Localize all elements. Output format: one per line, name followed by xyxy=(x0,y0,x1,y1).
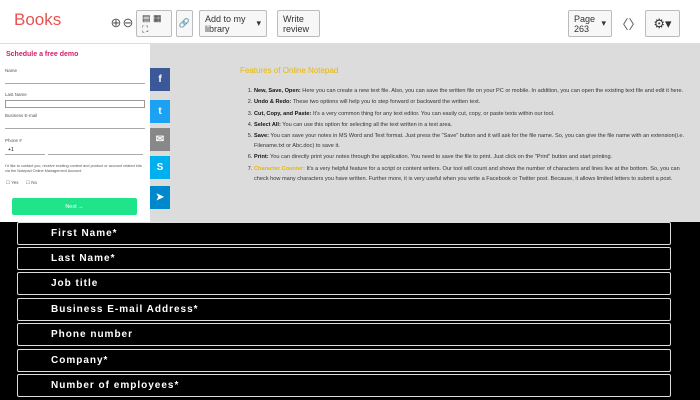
doc-heading: Features of Online Notepad xyxy=(240,66,339,75)
telegram-share-icon[interactable]: ➤ xyxy=(150,186,170,209)
top-toolbar: Books ⊕ ⊖ ▤ ▦ ⛶ 🔗 Add to my library ▾ Wr… xyxy=(0,0,700,44)
country-code-select[interactable]: +1 xyxy=(5,147,45,155)
next-page-button[interactable]: 〉 xyxy=(625,13,645,33)
feature-item: Print: You can directly print your notes… xyxy=(254,152,693,162)
email-share-icon[interactable]: ✉ xyxy=(150,128,170,151)
email-field[interactable] xyxy=(5,121,145,129)
next-button[interactable]: Next → xyxy=(12,198,137,215)
last-name-field[interactable]: Last Name* xyxy=(17,247,671,270)
employees-field[interactable]: Number of employees* xyxy=(17,374,671,397)
consent-text: I'd like to contact you, receive excitin… xyxy=(5,164,142,173)
phone-number-field[interactable]: Phone number xyxy=(17,323,671,346)
feature-item: Save: You can save your notes in MS Word… xyxy=(254,131,693,151)
document-content: Features of Online Notepad New, Save, Op… xyxy=(238,66,693,185)
yes-radio[interactable]: ☐ Yes xyxy=(6,180,19,186)
phone-label: Phone # xyxy=(5,138,22,143)
feature-item: Character Counter: It's a very helpful f… xyxy=(254,164,693,184)
no-radio[interactable]: ☐ No xyxy=(26,180,37,186)
first-name-field[interactable] xyxy=(5,76,145,84)
feature-item: Undo & Redo: These two options will help… xyxy=(254,97,693,107)
feature-item: Select All: You can use this option for … xyxy=(254,120,693,130)
last-name-label: Last Name xyxy=(5,92,27,97)
view-mode-buttons[interactable]: ▤ ▦ ⛶ xyxy=(136,10,172,37)
dark-form: First Name* Last Name* Job title Busines… xyxy=(0,222,700,400)
gear-icon[interactable]: ⚙▾ xyxy=(645,10,680,37)
email-label: Business E-mail xyxy=(5,113,38,118)
brand-logo[interactable]: Books xyxy=(14,10,61,30)
zoom-out-icon[interactable]: ⊖ xyxy=(118,13,138,33)
write-review-button[interactable]: Write review xyxy=(277,10,320,37)
demo-form-panel: Schedule a free demo Name Last Name Busi… xyxy=(0,44,150,222)
company-field[interactable]: Company* xyxy=(17,349,671,372)
feature-item: New, Save, Open: Here you can create a n… xyxy=(254,86,693,96)
phone-field[interactable] xyxy=(48,147,143,155)
last-name-field[interactable] xyxy=(5,100,145,108)
add-to-library-button[interactable]: Add to my library ▾ xyxy=(199,10,267,37)
feature-item: Cut, Copy, and Paste: It's a very common… xyxy=(254,109,693,119)
page-selector[interactable]: Page 263 ▾ xyxy=(568,10,612,37)
facebook-share-icon[interactable]: f xyxy=(150,68,170,91)
skype-share-icon[interactable]: S xyxy=(150,156,170,179)
form-title: Schedule a free demo xyxy=(6,51,79,58)
job-title-field[interactable]: Job title xyxy=(17,272,671,295)
first-name-field[interactable]: First Name* xyxy=(17,222,671,245)
twitter-share-icon[interactable]: t xyxy=(150,100,170,123)
business-email-field[interactable]: Business E-mail Address* xyxy=(17,298,671,321)
link-icon[interactable]: 🔗 xyxy=(176,10,193,37)
first-name-label: Name xyxy=(5,68,18,73)
